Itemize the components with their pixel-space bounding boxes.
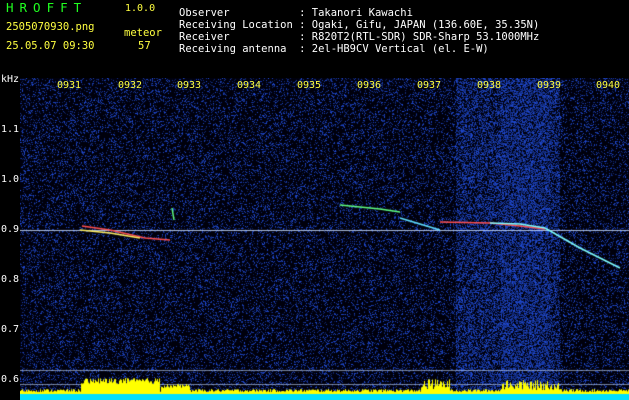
x-tick-label: 0932 bbox=[118, 80, 143, 91]
y-tick-label: 1.1 bbox=[1, 124, 20, 135]
location-info: Receiving Location : Ogaki, Gifu, JAPAN … bbox=[179, 19, 540, 31]
date-time: 25.05.07 09:30 bbox=[6, 40, 95, 52]
file-name: 2505070930.png bbox=[6, 21, 95, 33]
y-tick-label: 1.0 bbox=[1, 174, 20, 185]
y-tick-label: 0.8 bbox=[1, 274, 20, 285]
y-tick-label: 0.9 bbox=[1, 224, 20, 235]
x-tick-label: 0931 bbox=[57, 80, 82, 91]
meteor-count: 57 bbox=[138, 40, 151, 52]
y-tick-label: 0.6 bbox=[1, 374, 20, 385]
spectrogram-canvas[interactable] bbox=[20, 78, 629, 400]
app-version: 1.0.0 bbox=[125, 3, 156, 14]
x-tick-label: 0938 bbox=[477, 80, 502, 91]
header-panel: HROFFT 1.0.0 2505070930.png 25.05.07 09:… bbox=[0, 0, 629, 76]
receiver-info: Receiver : R820T2(RTL-SDR) SDR-Sharp 53.… bbox=[179, 31, 540, 43]
x-tick-label: 0935 bbox=[297, 80, 322, 91]
y-tick-label: 0.7 bbox=[1, 324, 20, 335]
x-tick-label: 0939 bbox=[537, 80, 562, 91]
frequency-unit-label: kHz bbox=[1, 74, 20, 85]
x-tick-label: 0934 bbox=[237, 80, 262, 91]
antenna-info: Receiving antenna : 2el-HB9CV Vertical (… bbox=[179, 43, 489, 55]
meteor-label: meteor bbox=[124, 27, 162, 39]
observer-info: Observer : Takanori Kawachi bbox=[179, 7, 413, 19]
x-tick-label: 0937 bbox=[417, 80, 442, 91]
x-tick-label: 0936 bbox=[357, 80, 382, 91]
x-tick-label: 0933 bbox=[177, 80, 202, 91]
x-tick-label: 0940 bbox=[596, 80, 621, 91]
app-name: HROFFT bbox=[6, 0, 88, 15]
